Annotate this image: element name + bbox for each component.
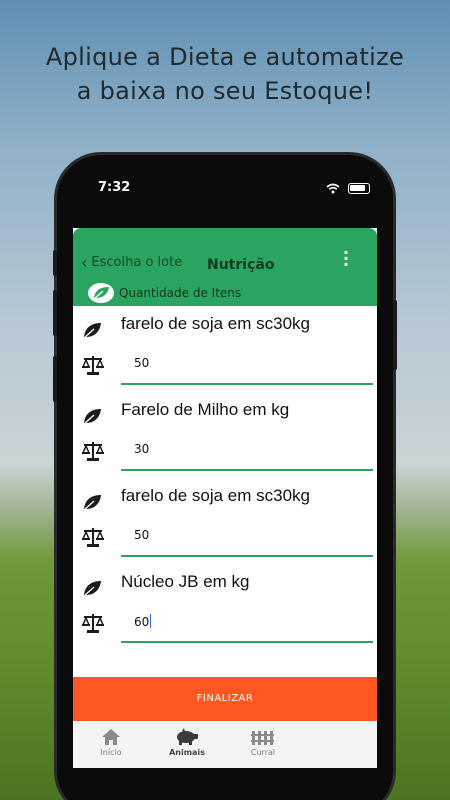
finalize-button[interactable]: FINALIZAR [73,677,377,721]
promo-headline: Aplique a Dieta e automatize a baixa no … [0,40,450,108]
tab-curral[interactable]: Curral [225,722,301,768]
tab-label: Início [100,748,122,757]
item-name: farelo de soja em sc30kg [121,314,310,333]
app-screen: ‹ Escolha o lote Nutrição · · · Quantidade… [73,228,377,768]
status-time: 7:32 [98,180,131,195]
input-underline [121,555,373,557]
list-item: farelo de soja em sc30kg 50 [73,480,377,566]
leaf-icon [88,283,114,303]
bottom-nav: Início Animais Curral [73,722,377,768]
app-bar: ‹ Escolha o lote Nutrição · · · Quantidade… [73,228,377,306]
phone-notch [128,155,322,193]
scale-icon [81,442,105,461]
leaf-icon [82,495,101,512]
headline-line-1: Aplique a Dieta e automatize [45,43,405,71]
quantity-input[interactable]: 30 [134,442,149,456]
phone-side-button [53,290,57,336]
tab-animais[interactable]: Animais [149,722,225,768]
list-item: Núcleo JB em kg 60 [73,566,377,652]
items-count-header: Quantidade de Itens [87,282,241,304]
tab-label: Curral [250,748,276,757]
status-icons [326,181,370,194]
headline-line-2: a baixa no seu Estoque! [76,77,374,105]
chevron-left-icon: ‹ [81,253,88,272]
list-item: farelo de soja em sc30kg 50 [73,308,377,394]
item-name: Núcleo JB em kg [121,572,250,591]
scale-icon [81,528,105,547]
phone-side-button [53,356,57,402]
back-button[interactable]: ‹ Escolha o lote [81,253,182,272]
quantity-input-active[interactable]: 60 [134,614,152,629]
tab-label: Animais [169,748,205,757]
wifi-icon [326,183,340,193]
item-name: Farelo de Milho em kg [121,400,290,419]
page-title: Nutrição [207,257,275,273]
tab-inicio[interactable]: Início [73,722,149,768]
input-underline [121,641,373,643]
input-underline [121,469,373,471]
pig-icon [177,728,198,745]
scale-icon [81,614,105,633]
quantity-input[interactable]: 50 [134,528,149,542]
phone-side-button [53,250,57,276]
phone-side-button [393,300,397,370]
quantity-input[interactable]: 50 [134,356,149,370]
leaf-icon [82,581,101,598]
leaf-icon [82,323,101,340]
list-item: Farelo de Milho em kg 30 [73,394,377,480]
item-name: farelo de soja em sc30kg [121,486,310,505]
diet-items-list: farelo de soja em sc30kg 50 Farelo de Mi… [73,308,377,652]
more-vert-icon[interactable]: · · · [341,245,351,273]
input-underline [121,383,373,385]
back-label: Escolha o lote [91,255,183,270]
scale-icon [81,356,105,375]
text-cursor [150,614,152,628]
quantity-value: 60 [134,615,150,629]
home-icon [102,729,120,745]
items-count-label: Quantidade de Itens [119,286,242,300]
leaf-icon [82,409,101,426]
fence-icon [251,731,274,745]
battery-icon [347,182,370,194]
